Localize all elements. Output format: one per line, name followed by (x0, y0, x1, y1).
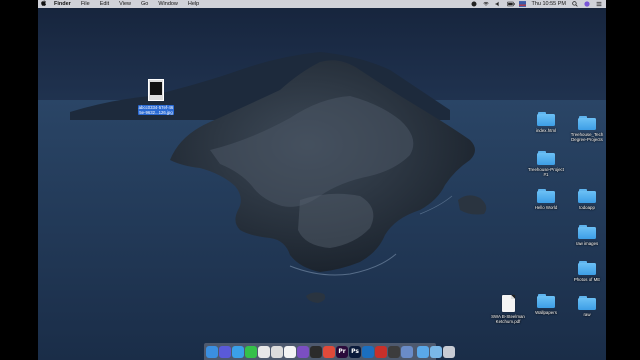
desktop-icon-label: SWA B-Steelman Ketchum.pdf (491, 314, 525, 325)
folder-icon (578, 225, 596, 239)
menu-app-name[interactable]: Finder (49, 0, 76, 8)
desktop-folder-todoapp[interactable]: todoapp (565, 189, 609, 210)
menu-bar: Finder File Edit View Go Window Help Thu… (38, 0, 606, 8)
apple-menu-icon[interactable] (38, 0, 49, 9)
volume-icon[interactable] (495, 1, 501, 7)
menu-go[interactable]: Go (136, 0, 153, 8)
folder-icon (537, 189, 555, 203)
status-circle-icon[interactable] (471, 1, 477, 7)
dock-app-red-icon[interactable] (375, 345, 387, 358)
desktop-folder-treehouse-project-1[interactable]: Treehouse-Project #1 (524, 151, 568, 177)
dock-folder-icon[interactable] (430, 345, 442, 358)
folder-icon (578, 261, 596, 275)
selected-file-label-line2: 5e-9632...126.jpg (139, 110, 173, 115)
folder-icon (578, 189, 596, 203)
dock-finder-icon[interactable] (206, 345, 218, 358)
notification-center-icon[interactable] (596, 1, 602, 7)
desktop-folder-treehouse-techdegree[interactable]: Treehouse_Tech Degree-Projects (565, 116, 609, 142)
dock-trash-icon[interactable] (443, 345, 455, 358)
dock-photos-icon[interactable] (258, 345, 270, 358)
menu-edit[interactable]: Edit (95, 0, 114, 8)
dock-calendar-icon[interactable] (284, 345, 296, 358)
dock-terminal-icon[interactable] (310, 345, 322, 358)
pdf-document-icon (501, 295, 515, 312)
letterbox-left (0, 0, 38, 360)
desktop-icon-label: Hello World (534, 205, 558, 210)
desktop-icon-label: Treehouse-Project #1 (528, 167, 564, 178)
battery-icon[interactable] (507, 1, 516, 7)
desktop-folder-hello-world[interactable]: Hello World (524, 189, 568, 210)
dock-github-icon[interactable] (297, 345, 309, 358)
dock-chrome-icon[interactable] (271, 345, 283, 358)
letterbox-right (606, 0, 640, 360)
image-thumbnail-icon (148, 79, 164, 101)
dock-search-icon[interactable] (401, 345, 413, 358)
siri-menu-icon[interactable] (584, 1, 590, 7)
folder-icon (537, 294, 555, 308)
dock-safari-icon[interactable] (232, 345, 244, 358)
folder-icon (578, 116, 596, 130)
desktop-icon-label: Photos of ME (573, 277, 601, 282)
dock-photoshop-icon[interactable]: Ps (349, 345, 361, 358)
dock-messages-icon[interactable] (245, 345, 257, 358)
dock-premiere-icon[interactable]: Pr (336, 345, 348, 358)
dock-vscode-icon[interactable] (362, 345, 374, 358)
dock-chrome-alt-icon[interactable] (323, 345, 335, 358)
wifi-icon[interactable] (483, 1, 490, 7)
desktop-icon-label: todoapp (579, 205, 595, 210)
flag-icon[interactable] (519, 1, 527, 7)
desktop-icon-label: raw (583, 312, 591, 317)
desktop-folder-wallpapers[interactable]: Wallpapers (524, 294, 568, 315)
desktop-icon-label: Wallpapers (535, 310, 557, 315)
selected-file-label: abcc0334-57ef-46 5e-9632...126.jpg (137, 104, 175, 116)
desktop-folder-raw[interactable]: raw (565, 296, 609, 317)
dock: Pr Ps (204, 343, 455, 360)
menu-view[interactable]: View (114, 0, 136, 8)
desktop-icon-label: index.html (535, 128, 556, 133)
dock-quicktime-icon[interactable] (388, 345, 400, 358)
desktop-icon-label: Treehouse_Tech Degree-Projects (570, 132, 604, 143)
dock-siri-icon[interactable] (219, 345, 231, 358)
spotlight-search-icon[interactable] (572, 1, 578, 7)
desktop-folder-photos-of-me[interactable]: Photos of ME (565, 261, 609, 282)
desktop-icon-label: raw images (575, 241, 599, 246)
dock-downloads-icon[interactable] (417, 345, 429, 358)
screen: Finder File Edit View Go Window Help Thu… (0, 0, 640, 360)
menu-file[interactable]: File (76, 0, 95, 8)
desktop-folder-index-html[interactable]: index.html (524, 112, 568, 133)
folder-icon (578, 296, 596, 310)
desktop-file-selected[interactable]: abcc0334-57ef-46 5e-9632...126.jpg (130, 79, 182, 119)
desktop-folder-raw-images[interactable]: raw images (565, 225, 609, 246)
menu-clock[interactable]: Thu 10:55 PM (531, 1, 566, 7)
folder-icon (537, 151, 555, 165)
folder-icon (537, 112, 555, 126)
menu-window[interactable]: Window (153, 0, 183, 8)
menu-help[interactable]: Help (183, 0, 204, 8)
